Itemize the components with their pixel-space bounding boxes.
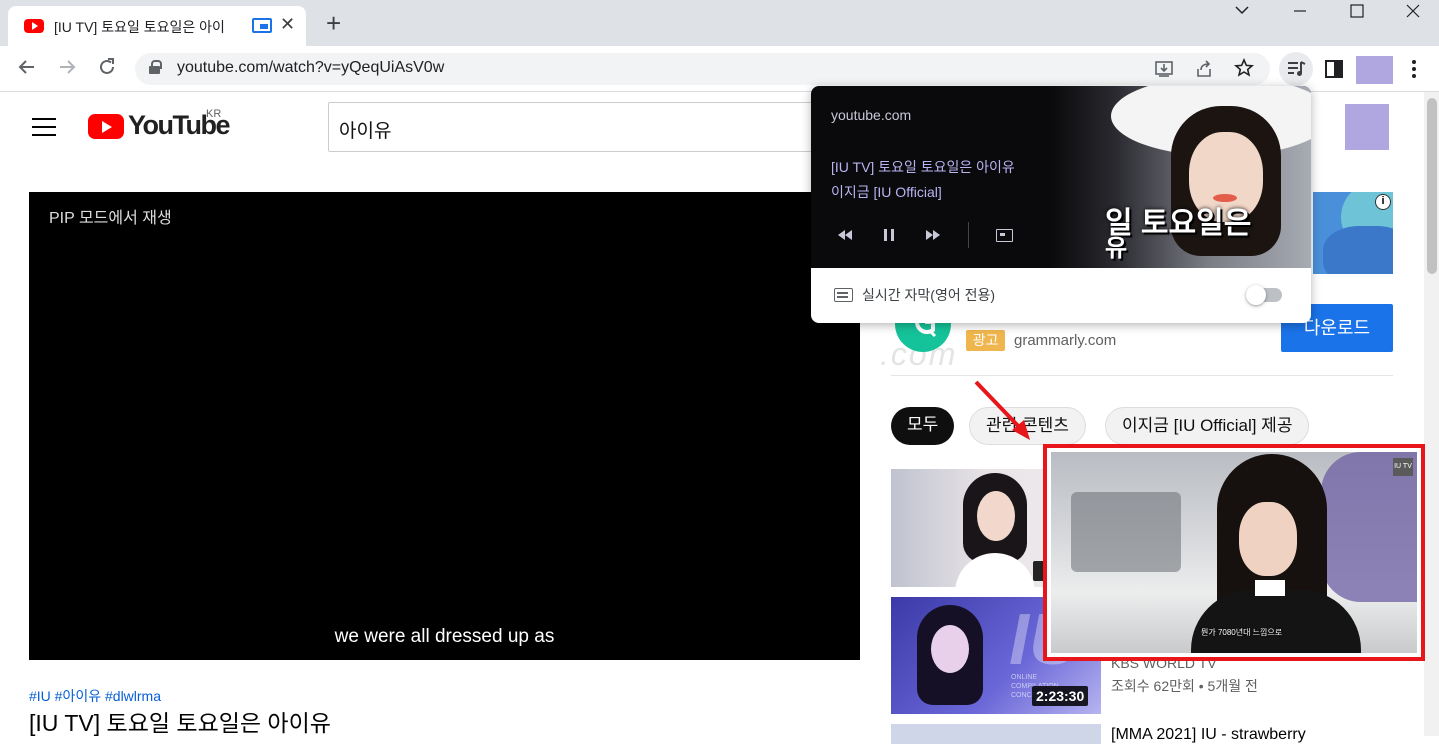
pip-channel-badge: IU TV: [1393, 458, 1413, 476]
pip-indicator-icon: [252, 18, 272, 33]
logo-region-label: KR: [206, 108, 222, 120]
bookmark-star-icon[interactable]: [1234, 58, 1254, 83]
ad-info-icon[interactable]: i: [1375, 194, 1391, 210]
ad-domain[interactable]: grammarly.com: [1014, 332, 1116, 349]
browser-tab-strip: [IU TV] 토요일 토요일은 아이 ✕ +: [0, 0, 1439, 46]
pip-mode-notice: PIP 모드에서 재생: [49, 210, 172, 227]
window-close-button[interactable]: [1403, 0, 1423, 25]
related-video-meta: 조회수 62만회 • 5개월 전: [1111, 678, 1258, 694]
more-menu-icon[interactable]: [1406, 58, 1422, 85]
ad-thumbnail-shape: [1323, 226, 1393, 274]
video-player[interactable]: PIP 모드에서 재생 we were all dressed up as: [29, 192, 860, 660]
pip-scene-shape: [1239, 502, 1297, 576]
media-title: [IU TV] 토요일 토요일은 아이유: [831, 159, 1015, 175]
annotation-arrow-icon: [974, 380, 1030, 440]
address-bar[interactable]: youtube.com/watch?v=yQeqUiAsV0w: [135, 53, 1270, 85]
related-video-thumbnail[interactable]: [891, 724, 1101, 744]
tab-title: [IU TV] 토요일 토요일은 아이: [54, 19, 225, 35]
live-caption-icon: [834, 288, 853, 302]
live-caption-toggle[interactable]: [1246, 285, 1282, 305]
hamburger-menu-icon[interactable]: [32, 118, 56, 136]
media-controls-popup: 일 토요일은 유 youtube.com [IU TV] 토요일 토요일은 아이…: [811, 86, 1311, 323]
media-artwork: 일 토요일은 유: [1051, 86, 1311, 268]
media-source-domain: youtube.com: [831, 107, 912, 123]
pip-window-highlight: 뭔가 7080년대 느낌으로 IU TV: [1043, 444, 1425, 661]
install-app-icon[interactable]: [1154, 59, 1174, 84]
url-text[interactable]: youtube.com/watch?v=yQeqUiAsV0w: [177, 59, 444, 77]
tab-search-icon[interactable]: [1232, 0, 1252, 25]
pip-scene-shape: [1071, 492, 1181, 572]
chip-all[interactable]: 모두: [891, 407, 955, 445]
media-popup-header: 일 토요일은 유 youtube.com [IU TV] 토요일 토요일은 아이…: [811, 86, 1311, 268]
pip-toggle-icon[interactable]: [996, 229, 1013, 242]
youtube-logo-icon[interactable]: [88, 114, 124, 139]
live-caption-label: 실시간 자막(영어 전용): [862, 287, 996, 303]
pause-icon[interactable]: [879, 225, 899, 250]
search-input[interactable]: 아이유: [328, 102, 828, 152]
maximize-button[interactable]: [1347, 0, 1367, 25]
ad-badge: 광고: [966, 330, 1005, 351]
reload-button[interactable]: [96, 55, 118, 85]
tab-close-icon[interactable]: ✕: [280, 14, 295, 35]
back-button[interactable]: [16, 55, 38, 85]
media-controls-button[interactable]: [1279, 52, 1313, 86]
pip-subtitle: 뭔가 7080년대 느낌으로: [1201, 628, 1283, 637]
chip-channel[interactable]: 이지금 [IU Official] 제공: [1105, 407, 1310, 445]
side-panel-icon[interactable]: [1324, 59, 1344, 84]
lock-icon[interactable]: [149, 60, 162, 74]
media-controls-separator: [968, 222, 969, 248]
browser-tab-active[interactable]: [IU TV] 토요일 토요일은 아이 ✕: [8, 6, 306, 46]
pip-video-window[interactable]: 뭔가 7080년대 느낌으로 IU TV: [1051, 452, 1417, 653]
video-duration-badge: 2:23:30: [1032, 686, 1089, 706]
video-title: [IU TV] 토요일 토요일은 아이유: [29, 710, 331, 736]
pip-scene-shape: [1255, 580, 1285, 596]
section-divider: [891, 375, 1393, 376]
video-caption: we were all dressed up as: [334, 626, 555, 647]
account-avatar[interactable]: [1345, 104, 1389, 150]
related-video-title[interactable]: [MMA 2021] IU - strawberry: [1111, 726, 1306, 744]
next-track-icon[interactable]: [923, 225, 943, 250]
thumbnail-figure: [931, 625, 969, 673]
previous-track-icon[interactable]: [835, 225, 855, 250]
pip-scene-shape: [1191, 590, 1361, 653]
search-query[interactable]: 아이유: [339, 116, 391, 143]
minimize-button[interactable]: [1290, 0, 1310, 25]
scrollbar-thumb[interactable]: [1427, 98, 1437, 274]
new-tab-button[interactable]: +: [326, 8, 341, 39]
artwork-text: 유: [1105, 235, 1128, 262]
profile-avatar[interactable]: [1356, 56, 1393, 84]
thumbnail-figure: [977, 491, 1015, 541]
youtube-favicon-icon: [24, 19, 44, 33]
thumbnail-figure: [955, 553, 1035, 587]
share-icon[interactable]: [1194, 59, 1214, 84]
video-hashtags[interactable]: #IU #아이유 #dlwlrma: [29, 686, 161, 706]
media-artist: 이지금 [IU Official]: [831, 184, 942, 200]
forward-button[interactable]: [56, 55, 78, 85]
